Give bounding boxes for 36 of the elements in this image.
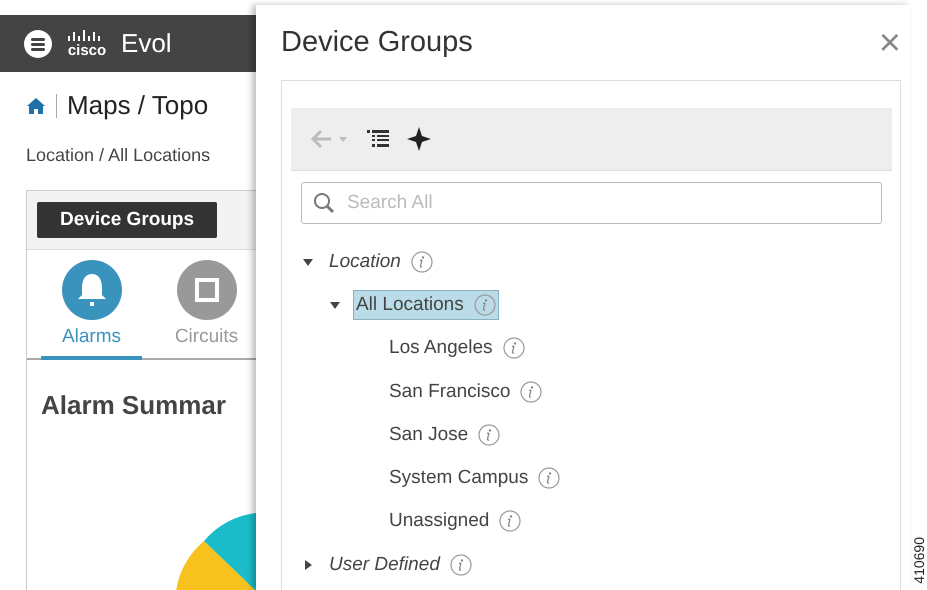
list-icon[interactable] [367,129,389,149]
breadcrumb-path: Location / All Locations [25,144,212,166]
info-icon[interactable] [502,337,525,360]
tree-item[interactable]: Los Angeles [386,333,528,364]
info-icon[interactable] [474,294,496,316]
tree-item[interactable]: System Campus [386,463,564,494]
app-title: Evol [121,28,172,59]
tree-item[interactable]: User Defined [326,550,475,580]
tree-item[interactable]: All Locations [353,290,499,320]
tree-item[interactable]: Location [326,246,436,277]
expanded-triangle-icon[interactable] [330,300,340,310]
panel-title: Device Groups [281,26,473,59]
info-icon[interactable] [538,467,560,490]
expanded-triangle-icon[interactable] [303,256,313,267]
close-button[interactable]: × [878,24,911,62]
info-icon[interactable] [450,554,472,576]
device-groups-button[interactable]: Device Groups [37,202,218,238]
info-icon[interactable] [520,380,542,403]
logo-text: cisco [68,42,106,58]
home-icon[interactable] [26,96,46,116]
circuit-icon [176,260,236,320]
info-icon[interactable] [478,424,500,446]
collapsed-triangle-icon[interactable] [303,560,313,570]
summary-title: Alarm Summar [40,389,227,421]
bell-icon [62,260,122,320]
page-title: Maps / Topo [67,90,208,121]
tree-item[interactable]: San Jose [386,420,504,450]
menu-icon[interactable] [23,28,53,58]
search-icon [313,192,335,214]
info-icon[interactable] [499,510,522,532]
tree-item[interactable]: San Francisco [386,376,546,407]
figure-number: 410690 [911,537,927,584]
info-icon[interactable] [410,250,433,273]
search-field[interactable]: Search All [301,182,882,224]
plus-icon[interactable] [407,127,431,151]
tree-item[interactable]: Unassigned [386,506,524,536]
